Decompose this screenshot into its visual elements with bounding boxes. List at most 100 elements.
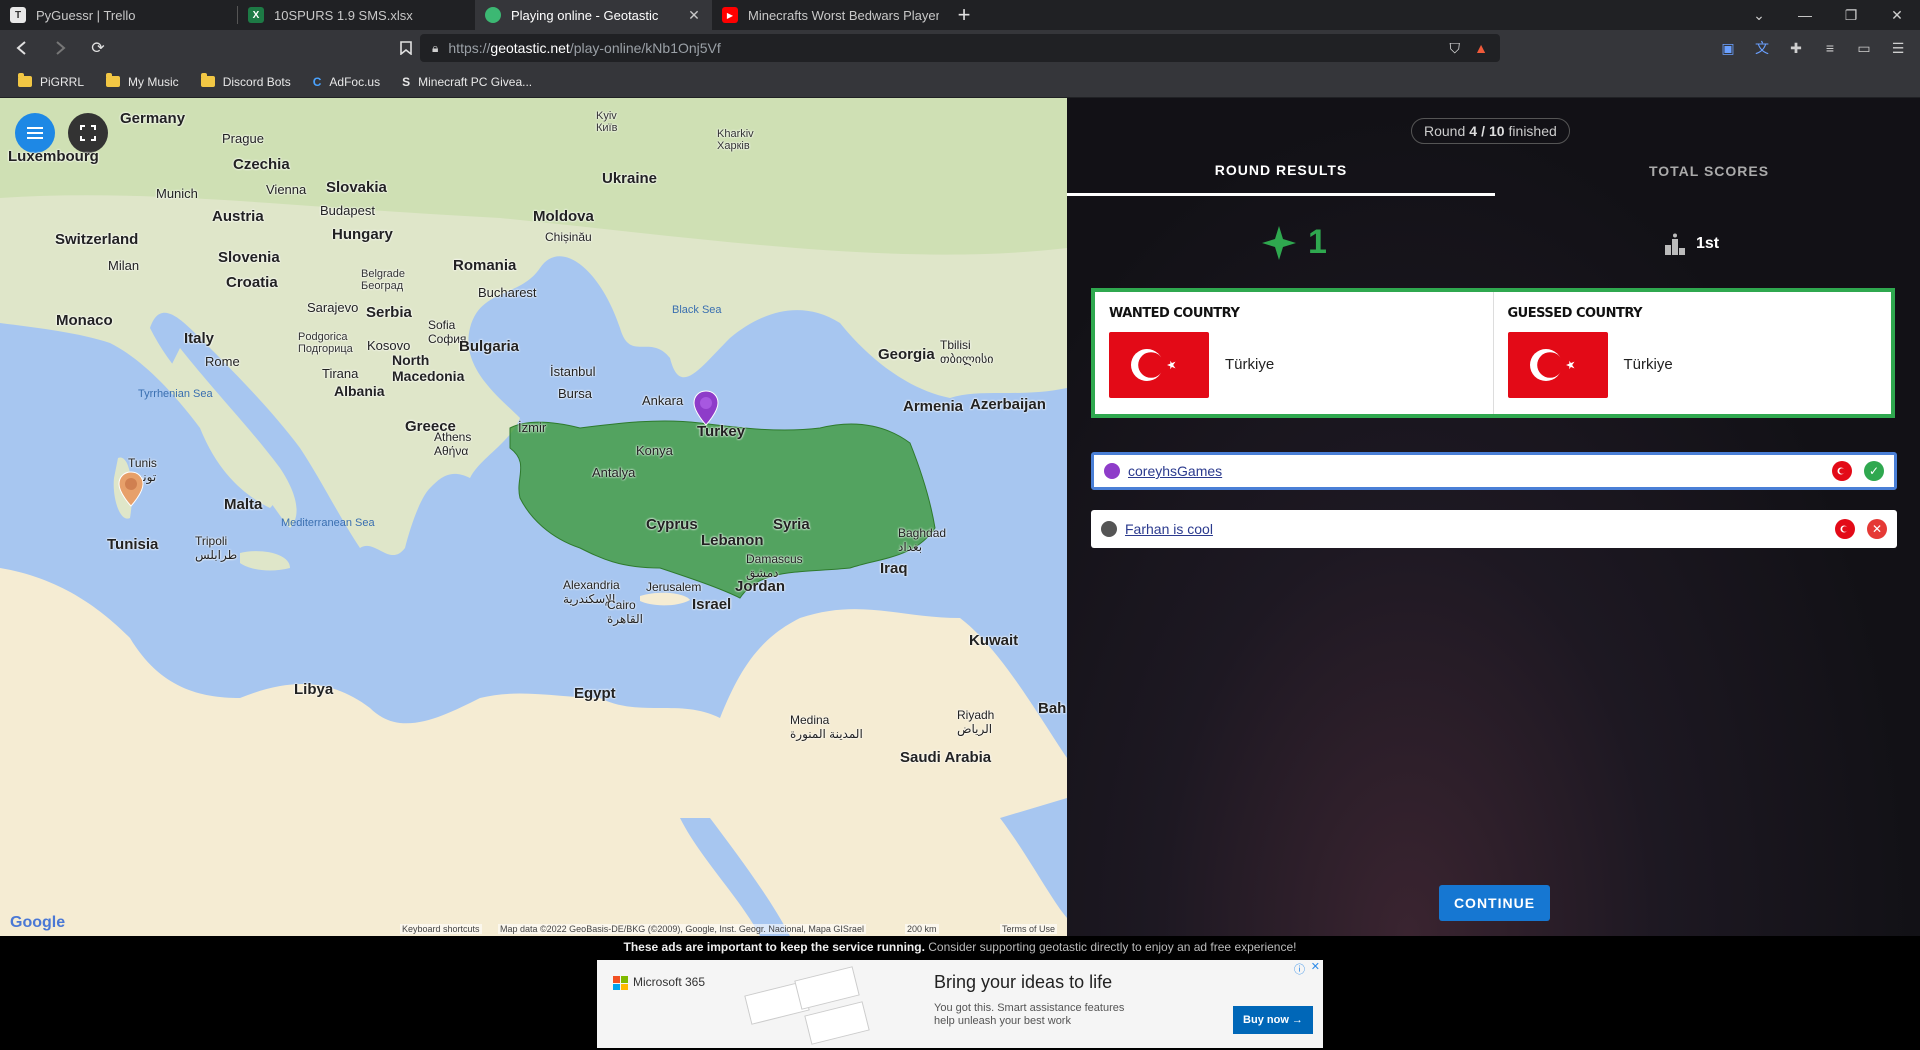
- map-label: Monaco: [56, 312, 113, 329]
- turkey-flag-icon: [1507, 332, 1608, 398]
- guess-marker-icon[interactable]: [693, 390, 719, 426]
- forward-button[interactable]: [44, 32, 76, 64]
- ad-close-icon[interactable]: ✕: [1311, 960, 1320, 973]
- wallet-icon[interactable]: ▭: [1852, 34, 1876, 62]
- playlist-icon[interactable]: ≡: [1818, 34, 1842, 62]
- back-button[interactable]: [6, 32, 38, 64]
- new-tab-button[interactable]: +: [949, 0, 979, 30]
- menu-icon[interactable]: ☰: [1886, 34, 1910, 62]
- wanted-country-name: Türkiye: [1225, 356, 1275, 373]
- guessed-country: GUESSED COUNTRY Türkiye: [1492, 292, 1892, 414]
- tab-trello[interactable]: T PyGuessr | Trello: [0, 0, 237, 30]
- map-label: Milan: [108, 258, 140, 273]
- brave-rewards-icon[interactable]: ▲: [1474, 40, 1488, 56]
- brave-shield-icon[interactable]: ⛉: [1450, 40, 1461, 57]
- map-label: Baghdad بغداد: [898, 526, 947, 554]
- excel-icon: X: [248, 7, 264, 23]
- puzzle-icon[interactable]: ✚: [1784, 34, 1808, 62]
- folder-icon: [200, 73, 215, 87]
- address-bar[interactable]: 🔒︎ https://geotastic.net/play-online/kNb…: [420, 34, 1500, 62]
- map-label: Jerusalem: [646, 580, 702, 594]
- tab-bar: T PyGuessr | Trello X 10SPURS 1.9 SMS.xl…: [0, 0, 1920, 30]
- bookmark-icon[interactable]: [390, 32, 422, 64]
- map-label: Slovakia: [326, 179, 387, 196]
- ad-notice-bold: These ads are important to keep the serv…: [623, 940, 925, 954]
- map-label: Chișinău: [545, 230, 592, 244]
- map-label: Malta: [224, 496, 263, 513]
- map-label: Italy: [184, 330, 215, 347]
- tab-round-results[interactable]: ROUND RESULTS: [1067, 146, 1495, 196]
- results-panel: Round 4/10 finished ROUND RESULTS TOTAL …: [1067, 98, 1920, 936]
- tab-total-scores[interactable]: TOTAL SCORES: [1495, 146, 1920, 196]
- map-label: Austria: [212, 208, 264, 225]
- translate-icon[interactable]: 文: [1750, 34, 1774, 62]
- map-scale: 200 km: [905, 924, 939, 934]
- map-label: Kosovo: [367, 338, 411, 353]
- restore-button[interactable]: ❐: [1828, 0, 1874, 30]
- bookmark-adfocus[interactable]: C AdFoc.us: [305, 70, 388, 94]
- buy-now-button[interactable]: Buy now →: [1233, 1006, 1313, 1034]
- map-label: Tyrrhenian Sea: [138, 388, 213, 400]
- tab-excel[interactable]: X 10SPURS 1.9 SMS.xlsx: [238, 0, 475, 30]
- map-label: Budapest: [320, 203, 375, 218]
- ad-info-icon[interactable]: ⓘ: [1294, 961, 1305, 977]
- folder-icon: [18, 73, 32, 87]
- map-label: Luxembourg: [8, 148, 99, 165]
- ad-notice: These ads are important to keep the serv…: [0, 940, 1920, 954]
- map-label: Jordan: [735, 578, 786, 595]
- menu-button[interactable]: [15, 113, 55, 153]
- continue-label: CONTINUE: [1453, 895, 1536, 911]
- reload-button[interactable]: ⟳: [82, 32, 114, 64]
- turkey-flag-icon: [1835, 519, 1855, 539]
- bookmark-minecraft[interactable]: S Minecraft PC Givea...: [394, 70, 540, 94]
- round-indicator: Round 4/10 finished: [1411, 118, 1570, 144]
- ad-body: You got this. Smart assistance features …: [934, 1002, 1125, 1027]
- minimize-button[interactable]: —: [1782, 0, 1828, 30]
- fullscreen-button[interactable]: [68, 113, 108, 153]
- bookmark-my-music[interactable]: My Music: [98, 70, 187, 94]
- ad-headline: Bring your ideas to life: [934, 972, 1113, 992]
- keyboard-shortcuts-link[interactable]: Keyboard shortcuts: [400, 924, 482, 934]
- avatar: [1101, 521, 1117, 537]
- player-row[interactable]: coreyhsGames ✓: [1091, 452, 1897, 490]
- player-row[interactable]: Farhan is cool ✕: [1091, 510, 1897, 548]
- ad-notice-text: Consider supporting geotastic directly t…: [928, 940, 1297, 954]
- tab-youtube[interactable]: ▶ Minecrafts Worst Bedwars Player - You: [712, 0, 949, 30]
- bookmark-discord-bots[interactable]: Discord Bots: [193, 70, 299, 94]
- url-text: https://geotastic.net/play-online/kNb1On…: [448, 40, 721, 56]
- lock-icon: 🔒︎: [432, 40, 439, 55]
- tab-title: PyGuessr | Trello: [36, 7, 136, 23]
- player-name[interactable]: coreyhsGames: [1128, 463, 1832, 479]
- close-window-button[interactable]: ✕: [1874, 0, 1920, 30]
- ad-screenshots-image: [737, 966, 887, 1045]
- bookmark-pigrrl[interactable]: PiGRRL: [10, 70, 92, 94]
- trello-icon: T: [10, 7, 26, 23]
- map-label: Belgrade Београд: [361, 268, 406, 292]
- map-label: Ankara: [642, 393, 684, 408]
- map-label: Lebanon: [701, 532, 764, 549]
- map-view[interactable]: Germany Luxembourg Prague Czechia Kyiv К…: [0, 98, 1067, 936]
- map-label: Munich: [156, 186, 198, 201]
- chevron-down-icon[interactable]: ⌄: [1736, 0, 1782, 30]
- terms-link[interactable]: Terms of Use: [1000, 924, 1058, 934]
- map-label: Egypt: [574, 685, 616, 702]
- map-label: Croatia: [226, 274, 278, 291]
- map-label: Tbilisi თბილისი: [940, 338, 994, 366]
- map-label: Rome: [205, 354, 240, 369]
- ad-banner[interactable]: Microsoft 365 Bring your ideas to life Y…: [597, 960, 1323, 1048]
- map-label: Riyadh الرياض: [957, 708, 995, 736]
- ad-brand: Microsoft 365: [633, 975, 706, 989]
- map-label: Mediterranean Sea: [281, 517, 375, 529]
- map-label: Tunisia: [107, 536, 159, 553]
- other-marker-icon[interactable]: [118, 471, 144, 507]
- microsoft-logo-icon: [613, 976, 628, 990]
- tab-geotastic[interactable]: Playing online - Geotastic ✕: [475, 0, 712, 30]
- extension-icon[interactable]: ▣: [1716, 34, 1740, 62]
- round-current: 4: [1469, 123, 1478, 139]
- turkey-flag-icon: [1109, 332, 1209, 398]
- round-prefix: Round: [1424, 123, 1466, 139]
- close-icon[interactable]: ✕: [686, 7, 702, 24]
- map-label: Bah: [1038, 700, 1067, 717]
- continue-button[interactable]: CONTINUE: [1439, 885, 1550, 921]
- player-name[interactable]: Farhan is cool: [1125, 521, 1835, 537]
